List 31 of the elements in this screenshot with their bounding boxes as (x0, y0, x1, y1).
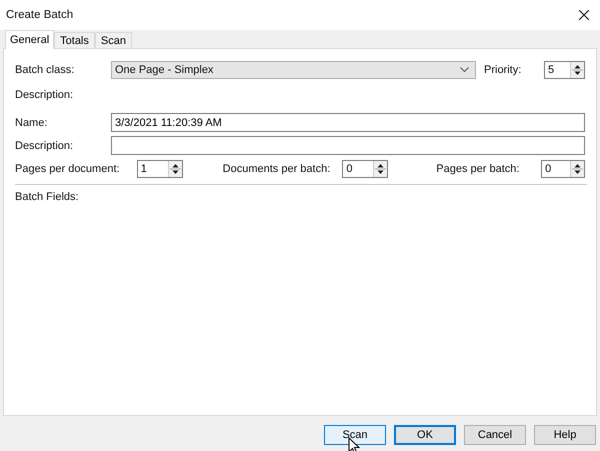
window-title: Create Batch (6, 9, 74, 21)
batch-class-dropdown[interactable]: One Page - Simplex (111, 61, 476, 79)
chevron-down-icon (460, 67, 469, 73)
close-icon[interactable] (579, 10, 589, 20)
tab[interactable]: Scan (94, 32, 132, 48)
tab[interactable]: General (5, 30, 54, 49)
field-label: Description: (15, 89, 74, 101)
dialog-button[interactable]: OK (394, 425, 456, 445)
up-down-arrows-icon[interactable] (572, 162, 583, 176)
field-label: Name: (15, 116, 48, 128)
up-down-arrows-icon[interactable] (375, 162, 386, 176)
dialog-button[interactable]: Help (534, 425, 596, 445)
field-label: Pages per document: (15, 163, 121, 175)
up-down-arrows-icon[interactable] (572, 63, 583, 77)
mouse-cursor-icon (348, 437, 360, 451)
dialog-button[interactable]: Cancel (464, 425, 526, 445)
dialog-button[interactable]: Scan (324, 425, 386, 445)
spin-box[interactable]: 0 (541, 160, 585, 178)
spin-box[interactable]: 0 (342, 160, 388, 178)
spin-box[interactable]: 1 (136, 160, 183, 178)
description-field[interactable] (111, 136, 585, 155)
field-label: Batch class: (15, 64, 76, 76)
field-label: Documents per batch: (222, 163, 332, 175)
spin-box[interactable]: 5 (544, 61, 585, 79)
up-down-arrows-icon[interactable] (170, 162, 181, 176)
field-label: Pages per batch: (436, 163, 520, 175)
name-field[interactable]: 3/3/2021 11:20:39 AM (111, 113, 585, 132)
section-label: Batch Fields: (15, 191, 80, 203)
field-label: Priority: (484, 64, 522, 76)
tab[interactable]: Totals (54, 32, 95, 48)
field-label: Description: (15, 140, 74, 152)
